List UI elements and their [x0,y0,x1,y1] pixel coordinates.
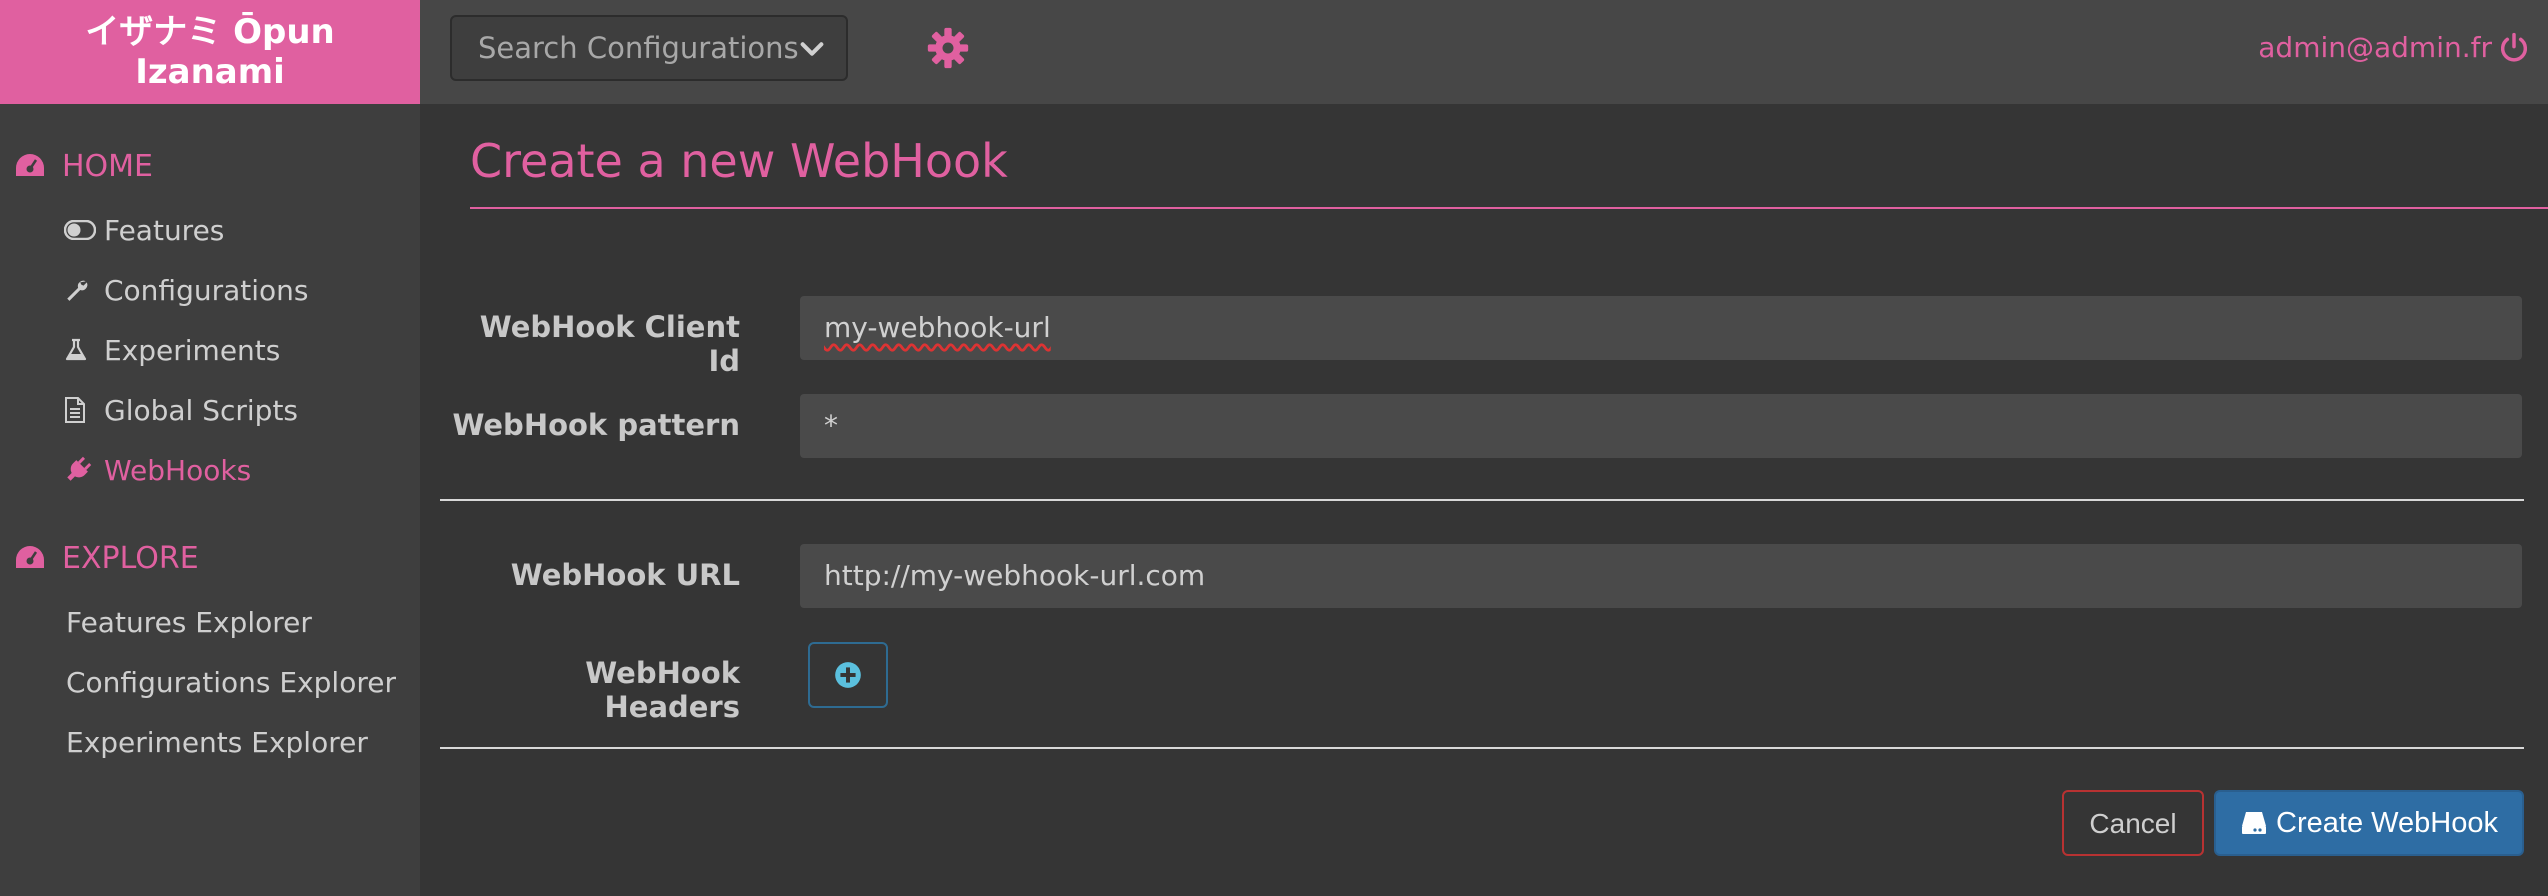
client-id-input[interactable]: my-webhook-url [800,296,2522,360]
create-webhook-label: Create WebHook [2276,806,2498,839]
chevron-down-icon [800,42,824,56]
section-divider [440,499,2524,501]
search-placeholder: Search Configurations [478,31,799,65]
title-divider [470,207,2548,209]
sidebar-item-global-scripts[interactable]: Global Scripts [64,386,298,434]
sidebar-item-features[interactable]: Features [64,206,224,254]
power-icon[interactable] [2498,32,2530,64]
sidebar-section-explore[interactable]: EXPLORE [14,534,199,582]
create-webhook-button[interactable]: Create WebHook [2214,790,2524,856]
client-id-value: my-webhook-url [824,311,1051,344]
user-email[interactable]: admin@admin.fr [2258,0,2492,96]
toggle-icon [64,220,98,240]
file-icon [64,396,98,424]
pattern-input[interactable]: * [800,394,2522,458]
top-bar: イザナミ Ōpun Izanami Search Configurations … [0,0,2548,104]
cancel-button[interactable]: Cancel [2062,790,2204,856]
hdd-icon [2242,812,2267,834]
sidebar-item-label: Global Scripts [104,393,299,427]
sidebar-section-home[interactable]: HOME [14,142,153,190]
page-title: Create a new WebHook [470,134,1008,188]
sidebar-item-label: WebHooks [104,453,252,487]
sidebar-item-experiments[interactable]: Experiments [64,326,280,374]
client-id-label: WebHook Client Id [479,310,740,378]
sidebar: HOME Features Configurations Experiments… [0,104,420,896]
headers-label: WebHook Headers [585,656,740,724]
brand-logo[interactable]: イザナミ Ōpun Izanami [0,0,420,104]
sidebar-section-home-label: HOME [62,148,154,184]
sidebar-item-configurations-explorer[interactable]: Configurations Explorer [66,658,396,706]
search-configurations-select[interactable]: Search Configurations [450,15,848,81]
brand-line-1: イザナミ Ōpun [85,12,335,52]
gear-icon[interactable] [926,26,970,70]
brand-line-2: Izanami [135,52,285,92]
sidebar-item-configurations[interactable]: Configurations [64,266,308,314]
wrench-icon [64,277,98,303]
url-label: WebHook URL [510,558,740,592]
pattern-label: WebHook pattern [452,408,740,442]
dashboard-icon [16,546,44,568]
sidebar-item-label: Features [104,213,225,247]
sidebar-item-webhooks[interactable]: WebHooks [64,446,251,494]
flask-icon [64,337,98,363]
sidebar-item-label: Experiments [104,333,281,367]
sidebar-section-explore-label: EXPLORE [62,540,199,576]
sidebar-item-features-explorer[interactable]: Features Explorer [66,598,312,646]
section-divider [440,747,2524,749]
sidebar-item-label: Configurations [104,273,309,307]
url-input[interactable]: http://my-webhook-url.com [800,544,2522,608]
dashboard-icon [16,154,44,176]
plus-circle-icon [835,662,861,688]
plug-icon [64,456,98,484]
add-header-button[interactable] [808,642,888,708]
sidebar-item-experiments-explorer[interactable]: Experiments Explorer [66,718,368,766]
